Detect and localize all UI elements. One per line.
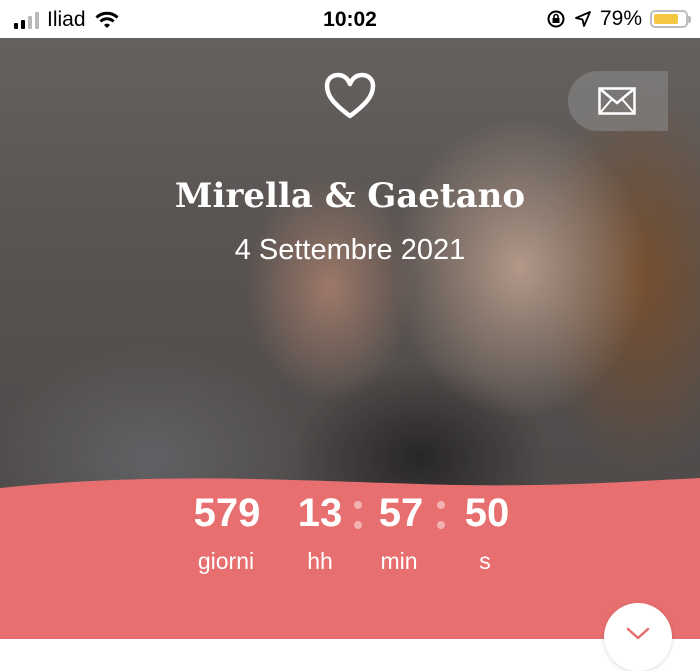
status-bar: Iliad 10:02 79% xyxy=(0,0,700,38)
scroll-down-button[interactable] xyxy=(604,603,672,671)
location-arrow-icon xyxy=(575,11,591,27)
heart-icon xyxy=(324,72,376,119)
minutes-value: 57 xyxy=(378,491,424,535)
hero-section: Mirella & Gaetano 4 Settembre 2021 xyxy=(0,38,700,639)
countdown-values: 579 13 57 50 xyxy=(0,491,700,541)
minutes-seconds-separator xyxy=(437,497,445,531)
seconds-value: 50 xyxy=(464,491,510,535)
hours-minutes-separator xyxy=(354,497,362,531)
hours-label: hh xyxy=(307,548,333,574)
status-bar-right: 79% xyxy=(546,7,691,31)
battery-fill xyxy=(654,14,678,24)
seconds-label: s xyxy=(479,548,491,574)
days-value: 579 xyxy=(193,491,261,535)
envelope-icon xyxy=(598,87,636,115)
wedding-date: 4 Settembre 2021 xyxy=(234,234,466,266)
contact-button[interactable] xyxy=(568,71,668,131)
days-label: giorni xyxy=(197,548,255,574)
couple-names: Mirella & Gaetano xyxy=(174,176,526,216)
orientation-lock-icon xyxy=(547,10,565,28)
hours-value: 13 xyxy=(297,491,343,535)
battery-icon xyxy=(650,10,691,28)
battery-percent: 79% xyxy=(599,7,642,30)
minutes-label: min xyxy=(380,548,418,574)
